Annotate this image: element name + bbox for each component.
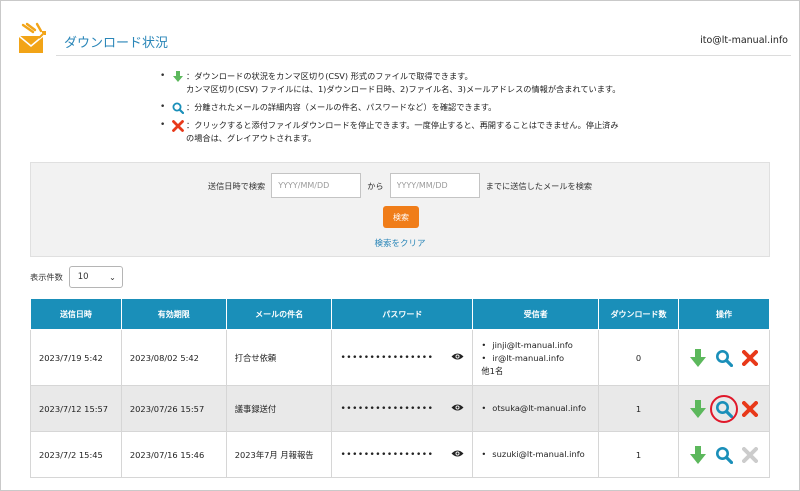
col-expires: 有効期限 <box>120 298 227 330</box>
sent-cell: 2023/7/12 15:57 <box>30 385 122 432</box>
col-downloads: ダウンロード数 <box>598 298 679 330</box>
user-email: ito@lt-manual.info <box>700 35 788 46</box>
to-date-input[interactable] <box>389 173 480 198</box>
col-sent: 送信日時 <box>30 298 122 330</box>
password-cell: •••••••••••••••• <box>331 431 474 478</box>
note-search: • ：分離されたメールの詳細内容（メールの件名、パスワードなど）を確認できます。 <box>160 101 650 114</box>
eye-icon[interactable] <box>451 352 464 363</box>
actions-cell <box>677 329 771 386</box>
download-arrow-icon[interactable] <box>688 399 708 419</box>
subject-cell: 2023年7月 月報報告 <box>225 431 333 478</box>
subject-cell: 議事録送付 <box>225 385 333 432</box>
actions-cell <box>677 431 771 478</box>
recipients-cell: otsuka@lt-manual.info <box>472 385 600 432</box>
cancel-icon[interactable] <box>740 399 760 419</box>
cancel-icon-disabled <box>740 445 760 465</box>
bullet: • <box>160 120 166 130</box>
search-label-mid: から <box>367 180 384 191</box>
from-date-input[interactable] <box>271 173 362 198</box>
downloads-cell: 0 <box>598 329 679 386</box>
clear-search-link[interactable]: 検索をクリア <box>31 237 769 249</box>
expires-cell: 2023/07/26 15:57 <box>120 385 227 432</box>
cancel-icon <box>170 119 186 132</box>
subject-cell: 打合せ依頼 <box>225 329 333 386</box>
password-cell: •••••••••••••••• <box>331 329 474 386</box>
downloads-cell: 1 <box>598 431 679 478</box>
note-download: • ：ダウンロードの状況をカンマ区切り(CSV) 形式のファイルで取得できます。… <box>160 70 650 96</box>
password-cell: •••••••••••••••• <box>331 385 474 432</box>
table-row: 2023/7/19 5:42 2023/08/02 5:42 打合せ依頼 •••… <box>30 329 771 386</box>
recipients-cell: suzuki@lt-manual.info <box>472 431 600 478</box>
expires-cell: 2023/08/02 5:42 <box>120 329 227 386</box>
search-icon[interactable] <box>714 348 734 368</box>
recipient-item: ir@lt-manual.info <box>481 352 590 365</box>
note-search-text: ：分離されたメールの詳細内容（メールの件名、パスワードなど）を確認できます。 <box>186 102 497 112</box>
recipient-item: otsuka@lt-manual.info <box>481 402 590 415</box>
note-cancel-text: ：クリックすると添付ファイルダウンロードを停止できます。一度停止すると、再開する… <box>186 120 619 143</box>
search-icon[interactable] <box>714 445 734 465</box>
recipient-item: suzuki@lt-manual.info <box>481 448 590 461</box>
search-row: 送信日時で検索 から までに送信したメールを検索 <box>31 173 769 198</box>
search-icon <box>170 101 186 114</box>
notes-list: • ：ダウンロードの状況をカンマ区切り(CSV) 形式のファイルで取得できます。… <box>160 70 650 150</box>
search-panel: 送信日時で検索 から までに送信したメールを検索 検索 検索をクリア <box>30 162 770 257</box>
per-page-select[interactable]: 10 ⌄ <box>68 266 123 288</box>
expires-cell: 2023/07/16 15:46 <box>120 431 227 478</box>
more-recipients: 他1名 <box>481 365 504 376</box>
table-row: 2023/7/2 15:45 2023/07/16 15:46 2023年7月 … <box>30 431 771 478</box>
eye-icon[interactable] <box>451 403 464 414</box>
recipient-item: jinji@lt-manual.info <box>481 339 590 352</box>
search-button[interactable]: 検索 <box>383 206 419 228</box>
recipients-cell: jinji@lt-manual.infoir@lt-manual.info 他1… <box>472 329 600 386</box>
bullet: • <box>160 71 166 81</box>
col-recipients: 受信者 <box>472 298 600 330</box>
per-page-control: 表示件数 10 ⌄ <box>30 266 123 288</box>
password-mask: •••••••••••••••• <box>340 449 434 460</box>
bullet: • <box>160 102 166 112</box>
page-header: ダウンロード状況 ito@lt-manual.info <box>0 0 800 72</box>
page-title: ダウンロード状況 <box>64 36 169 51</box>
actions-cell <box>677 385 771 432</box>
eye-icon[interactable] <box>451 449 464 460</box>
download-arrow-icon[interactable] <box>688 348 708 368</box>
note-cancel: • ：クリックすると添付ファイルダウンロードを停止できます。一度停止すると、再開… <box>160 119 650 145</box>
mail-download-logo-icon <box>17 22 49 56</box>
sent-cell: 2023/7/19 5:42 <box>30 329 122 386</box>
per-page-label: 表示件数 <box>30 272 63 282</box>
download-arrow-icon <box>170 70 186 83</box>
note-download-text: ：ダウンロードの状況をカンマ区切り(CSV) 形式のファイルで取得できます。 カ… <box>186 71 621 94</box>
col-password: パスワード <box>331 298 474 330</box>
table-row: 2023/7/12 15:57 2023/07/26 15:57 議事録送付 •… <box>30 385 771 432</box>
sent-cell: 2023/7/2 15:45 <box>30 431 122 478</box>
col-actions: 操作 <box>677 298 771 330</box>
download-arrow-icon[interactable] <box>688 445 708 465</box>
search-icon[interactable] <box>709 394 738 423</box>
clear-search-label[interactable]: 検索をクリア <box>374 239 425 249</box>
table-header-row: 送信日時 有効期限 メールの件名 パスワード 受信者 ダウンロード数 操作 <box>30 298 771 330</box>
highlight-ring <box>709 394 738 423</box>
password-mask: •••••••••••••••• <box>340 352 434 363</box>
per-page-value: 10 <box>77 272 89 282</box>
downloads-cell: 1 <box>598 385 679 432</box>
title-divider <box>56 55 791 56</box>
search-label-suffix: までに送信したメールを検索 <box>485 180 593 191</box>
chevron-down-icon: ⌄ <box>109 273 116 282</box>
cancel-icon[interactable] <box>740 348 760 368</box>
search-label-prefix: 送信日時で検索 <box>207 180 266 191</box>
password-mask: •••••••••••••••• <box>340 403 434 414</box>
col-subject: メールの件名 <box>225 298 333 330</box>
download-status-table: 送信日時 有効期限 メールの件名 パスワード 受信者 ダウンロード数 操作 20… <box>30 298 771 478</box>
